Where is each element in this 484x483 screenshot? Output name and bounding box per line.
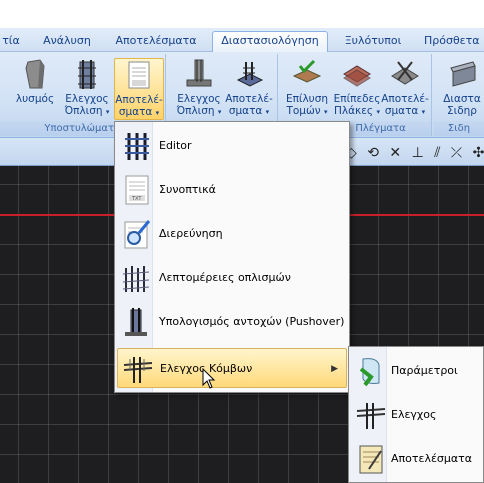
menu-item-reinforcement-details[interactable]: Λεπτομέρειες οπλισμών — [117, 258, 347, 298]
menu-item-label: Διερεύνηση — [159, 227, 223, 240]
ribbon-button-slab-results[interactable]: Αποτελέ- σματα ▾ — [380, 58, 430, 120]
menu-item-label: Υπολογισμός αντοχών (Pushover) — [159, 315, 345, 328]
ribbon-button-section-solve[interactable]: Επίλυση Τομών ▾ — [282, 58, 332, 120]
menu-item-joint-check[interactable]: Ελεγχος Κόμβων ▶ — [117, 348, 347, 388]
ribbon-button-label: Επίπεδες — [333, 93, 381, 105]
reinforcement-details-icon — [122, 266, 150, 292]
ribbon-button-label: Αποτελέ- — [225, 93, 273, 105]
window-top-strip — [0, 0, 484, 28]
ribbon-button-line2: σματα — [228, 105, 263, 117]
menu-item-label: Λεπτομέρειες οπλισμών — [159, 271, 291, 284]
ribbon-button-label: Διαστα — [443, 93, 481, 105]
ribbon-button-sublabel: σματα ▾ — [115, 106, 163, 119]
tab-geometry[interactable]: τία — [0, 32, 22, 52]
ribbon-button-column-check[interactable]: Ελεγχος Όπλιση ▾ — [62, 58, 112, 120]
menu-item-label: Editor — [159, 139, 192, 152]
ribbon-group-label: Σιδη — [434, 121, 484, 136]
ribbon-button-steel-design[interactable]: Διαστα Σιδηρ — [440, 58, 484, 120]
menu-item-editor[interactable]: Editor — [117, 126, 347, 166]
ribbon-button-sublabel: Όπλιση ▾ — [174, 105, 224, 118]
mouse-pointer-icon — [202, 368, 216, 389]
tab-results[interactable]: Αποτελέσματα — [112, 32, 200, 52]
submenu-item-results[interactable]: Αποτελέσματα — [351, 439, 481, 479]
joint-check-icon — [123, 357, 153, 383]
dropdown-arrow-icon: ▾ — [105, 108, 110, 116]
ribbon-button-label: Αποτελέ- — [381, 93, 429, 105]
column-solid-icon — [25, 59, 45, 89]
menu-item-summary[interactable]: TXT Συνοπτικά — [117, 170, 347, 210]
tab-formwork[interactable]: Ξυλότυποι — [338, 32, 408, 52]
ribbon-button-analysis[interactable]: λυσμός — [10, 58, 60, 120]
ribbon-button-label: λυσμός — [15, 93, 55, 105]
results-notepad-icon — [359, 445, 383, 474]
ribbon-button-beam-results[interactable]: Αποτελέ- σματα ▾ — [224, 58, 274, 120]
ribbon-button-label: Αποτελέ- — [115, 94, 163, 106]
dropdown-arrow-icon: ▾ — [155, 109, 160, 117]
menu-item-pushover[interactable]: Υπολογισμός αντοχών (Pushover) — [117, 302, 347, 342]
ribbon-button-line2: σματα — [118, 106, 153, 118]
txt-document-icon: TXT — [125, 175, 149, 205]
ribbon-button-sublabel: Όπλιση ▾ — [62, 105, 112, 118]
tab-addins[interactable]: Πρόσθετα — [424, 32, 484, 52]
drawing-tools-icons[interactable]: ◇ ⟲ ✕ ⊥ ⫽ ⤫ ✣ — [346, 145, 484, 161]
ribbon-button-flat-slabs[interactable]: Επίπεδες Πλάκες ▾ — [332, 58, 382, 120]
ribbon-button-line2: σματα — [384, 105, 419, 117]
ribbon-button-sublabel: σματα ▾ — [380, 105, 430, 118]
ribbon-button-label: Ελεγχος — [65, 93, 109, 105]
ribbon-group-steel: Διαστα Σιδηρ Σιδη — [434, 54, 484, 136]
foundation-icon — [236, 62, 264, 87]
slab-results-icon — [391, 61, 419, 85]
menu-item-label: Συνοπτικά — [159, 183, 216, 196]
submenu-item-check[interactable]: Ελεγχος — [351, 395, 481, 435]
ribbon-button-beam-check[interactable]: Ελεγχος Όπλιση ▾ — [174, 58, 224, 120]
submenu-item-label: Αποτελέσματα — [391, 452, 472, 465]
ribbon-button-column-results[interactable]: Αποτελέ- σματα ▾ — [114, 58, 164, 120]
submenu-item-label: Παράμετροι — [391, 364, 458, 377]
dropdown-arrow-icon: ▾ — [421, 108, 426, 116]
tab-design[interactable]: Διαστασιολόγηση — [212, 31, 328, 53]
beam-column-icon — [186, 59, 212, 87]
section-check-icon — [292, 59, 322, 83]
ribbon-button-sublabel: σματα ▾ — [224, 105, 274, 118]
submenu-item-parameters[interactable]: Παράμετροι — [351, 351, 481, 391]
dropdown-arrow-icon: ▾ — [265, 108, 270, 116]
ribbon-button-label: Ελεγχος — [177, 93, 221, 105]
ribbon-button-sublabel: Τομών ▾ — [282, 105, 332, 118]
parameters-icon — [359, 358, 380, 387]
svg-text:TXT: TXT — [131, 196, 142, 202]
ribbon-button-line2: Πλάκες — [334, 105, 374, 117]
submenu-arrow-icon: ▶ — [331, 364, 338, 374]
results-dropdown-menu: Editor TXT Συνοπτικά Διερεύνηση Λεπτομέρ… — [114, 121, 350, 393]
ribbon-tab-bar: τία Ανάλυση Αποτελέσματα Διαστασιολόγηση… — [0, 28, 484, 53]
dropdown-arrow-icon: ▾ — [217, 108, 222, 116]
rebar-cage-icon — [125, 133, 149, 160]
dropdown-arrow-icon: ▾ — [324, 108, 328, 116]
joint-check-submenu: Παράμετροι Ελεγχος Αποτελέσματα — [348, 346, 484, 483]
menu-item-investigation[interactable]: Διερεύνηση — [117, 214, 347, 254]
ribbon-button-sublabel: Πλάκες ▾ — [332, 105, 382, 118]
tab-analysis[interactable]: Ανάλυση — [36, 32, 98, 52]
joint-check-icon — [356, 403, 386, 429]
column-rebar-icon — [78, 60, 96, 89]
submenu-item-label: Ελεγχος — [391, 408, 437, 421]
ribbon-button-line2: Τομών — [286, 105, 321, 117]
results-sheet-icon — [128, 61, 150, 89]
steel-beam-icon — [450, 61, 476, 87]
ribbon-button-line2: Όπλιση — [64, 105, 103, 117]
investigation-icon — [124, 220, 151, 249]
ribbon-button-line2: Όπλιση — [176, 105, 215, 117]
ribbon-button-line2: Σιδηρ — [447, 105, 477, 117]
slab-icon — [343, 65, 371, 87]
ribbon-button-label: Επίλυση — [285, 93, 329, 105]
pushover-icon — [125, 308, 147, 336]
